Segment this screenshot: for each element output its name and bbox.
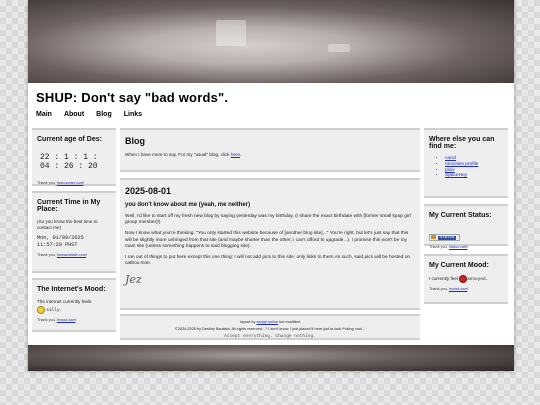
internet-mood-value: silly. bbox=[37, 305, 111, 314]
my-mood-text: I currently feel annoyed. bbox=[429, 275, 489, 283]
post-paragraph-2: Now I know what you're thinking: "You on… bbox=[125, 231, 409, 249]
nav-main-link[interactable]: Main bbox=[36, 111, 52, 118]
footer-banner-image bbox=[28, 345, 514, 371]
age-counter: 22 : 1 : 1 : 04 : 26 : 20 bbox=[40, 153, 98, 171]
my-mood-credit: Thank you, imood.com! bbox=[429, 287, 469, 291]
status-panel: My Current Status: status Thank you, sta… bbox=[424, 204, 508, 249]
status-title: My Current Status: bbox=[429, 212, 492, 219]
imood-link-2[interactable]: imood.com bbox=[449, 287, 468, 291]
smiley-icon bbox=[37, 305, 45, 314]
post-signature: Jez bbox=[125, 272, 142, 286]
internet-mood-title: The Internet's Mood: bbox=[37, 286, 106, 293]
time-panel: Current Time in My Place: (So you know t… bbox=[32, 191, 116, 273]
nav-about-link[interactable]: About bbox=[64, 111, 84, 118]
post-paragraph-3: I ran out of things to put here except t… bbox=[125, 255, 411, 267]
annoyed-face-icon bbox=[459, 275, 468, 283]
blog-intro-panel: Blog When I have more to say. For my "us… bbox=[120, 128, 420, 172]
find-me-list: carrd neocities profile pixiv SpaceHey bbox=[429, 156, 503, 179]
layout-credit: layout by sadgrl.online but modified bbox=[240, 320, 300, 324]
post-heading: you don't know about me (yeah, me neithe… bbox=[125, 202, 251, 208]
local-time: Mon, 01/09/2025 11:57:20 PHST bbox=[37, 235, 111, 249]
find-me-title: Where else you can find me: bbox=[429, 136, 495, 150]
nav-links-link[interactable]: Links bbox=[124, 111, 142, 118]
age-panel: Current age of Des: 22 : 1 : 1 : 04 : 26… bbox=[32, 128, 116, 186]
internet-mood-text: The internet currently feels bbox=[37, 299, 92, 304]
age-title: Current age of Des: bbox=[37, 136, 102, 143]
status-badge[interactable]: status bbox=[429, 233, 461, 241]
status-credit: Thank you, status.cafe! bbox=[429, 245, 469, 249]
my-mood-panel: My Current Mood: I currently feel annoye… bbox=[424, 254, 508, 304]
local-date: Mon, 01/09/2025 bbox=[37, 234, 84, 241]
find-me-panel: Where else you can find me: carrd neocit… bbox=[424, 128, 508, 198]
site-title: SHUP: Don't say "bad words". bbox=[36, 90, 229, 105]
post-paragraph-1: Well, I'd like to start off my fresh new… bbox=[125, 214, 411, 226]
sadgrl-link[interactable]: sadgrl.online bbox=[256, 320, 278, 324]
usual-blog-link[interactable]: here bbox=[231, 152, 240, 157]
post-date: 2025-08-01 bbox=[125, 186, 172, 196]
blog-title: Blog bbox=[125, 136, 145, 146]
spacehey-link[interactable]: SpaceHey bbox=[445, 173, 503, 179]
local-clock: 11:57:20 PHST bbox=[37, 241, 78, 248]
blog-post: 2025-08-01 you don't know about me (yeah… bbox=[120, 178, 420, 310]
internet-mood-credit: Thank you, imood.com! bbox=[37, 317, 77, 322]
status-cafe-link[interactable]: status.cafe bbox=[449, 245, 467, 249]
timeanddate-link[interactable]: timeanddate.com bbox=[57, 253, 86, 257]
footer: layout by sadgrl.online but modified ©20… bbox=[120, 314, 420, 340]
tickcounter-link[interactable]: tickcounter.com bbox=[57, 181, 83, 185]
nav-blog-link[interactable]: Blog bbox=[96, 111, 112, 118]
imood-link[interactable]: imood.com bbox=[57, 318, 76, 322]
blog-intro-text: When I have more to say. For my "usual" … bbox=[125, 152, 242, 157]
status-cafe-icon bbox=[431, 234, 436, 239]
main-nav: Main About Blog Links bbox=[36, 111, 142, 118]
tagline: Accept everything. Change nothing. bbox=[224, 334, 316, 339]
copyright: ©2024-2025 by Destiny Bautista. All righ… bbox=[175, 327, 365, 331]
time-title: Current Time in My Place: bbox=[37, 199, 101, 213]
my-mood-title: My Current Mood: bbox=[429, 262, 489, 269]
age-credit: Thank you, tickcounter.com! bbox=[37, 181, 85, 185]
header-banner-image bbox=[28, 0, 514, 83]
time-credit: Thank you, timeanddate.com! bbox=[37, 253, 88, 258]
internet-mood-panel: The Internet's Mood: The internet curren… bbox=[32, 278, 116, 332]
site-container: SHUP: Don't say "bad words". Main About … bbox=[28, 0, 514, 371]
time-note: (So you know the best time to contact me… bbox=[37, 219, 98, 230]
